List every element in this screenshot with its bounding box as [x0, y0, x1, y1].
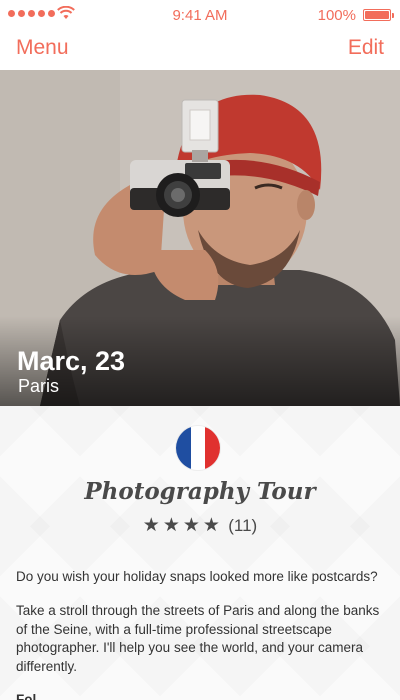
navigation-bar: Menu Edit	[0, 30, 400, 70]
tour-description-intro: Do you wish your holiday snaps looked mo…	[16, 569, 378, 584]
status-bar: 9:41 AM 100%	[0, 0, 400, 30]
tour-description-more: Fol	[16, 692, 37, 700]
review-count: (11)	[228, 516, 258, 535]
profile-city: Paris	[18, 376, 60, 396]
tour-title: Photography Tour	[84, 478, 316, 505]
star-rating-icon: ★★★★	[142, 515, 223, 536]
hero-photo: Marc, 23 Paris	[0, 70, 400, 406]
france-flag-icon	[176, 426, 220, 470]
battery-icon	[363, 9, 391, 21]
rating: ★★★★ (11)	[0, 514, 400, 537]
profile-name-age: Marc, 23	[17, 346, 126, 376]
battery-tip	[392, 13, 394, 18]
tour-description-body: Take a stroll through the streets of Par…	[16, 603, 380, 674]
tour-details: Photography Tour ★★★★ (11) Do you wish y…	[0, 406, 400, 700]
battery-percent: 100%	[317, 7, 356, 24]
menu-button[interactable]: Menu	[16, 36, 69, 60]
edit-button[interactable]: Edit	[348, 36, 384, 60]
